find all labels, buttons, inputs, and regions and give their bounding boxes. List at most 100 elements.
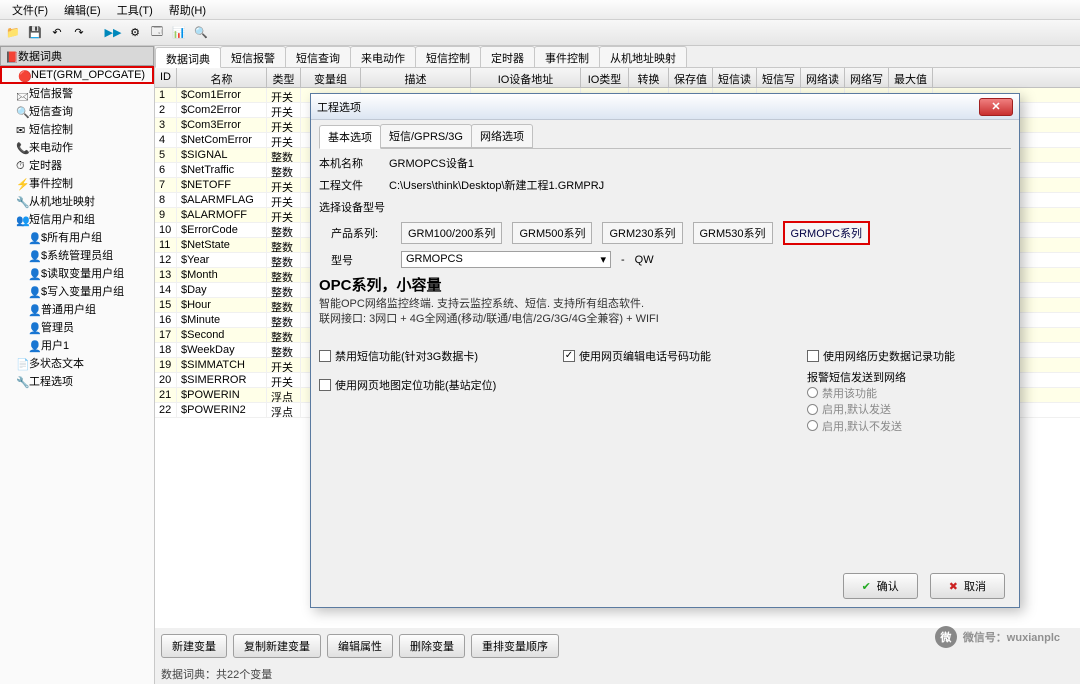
radio-disable[interactable]: 禁用该功能 xyxy=(807,385,877,401)
tree-icon: ⏱ xyxy=(16,160,26,170)
series-grm230[interactable]: GRM230系列 xyxy=(602,222,682,244)
tree-item[interactable]: 👤$所有用户组 xyxy=(0,228,154,246)
tab-sms[interactable]: 短信/GPRS/3G xyxy=(380,124,472,148)
cell: $Com2Error xyxy=(177,103,267,117)
main-tab[interactable]: 事件控制 xyxy=(534,46,600,67)
radio-enable-nosend[interactable]: 启用,默认不发送 xyxy=(807,418,902,434)
series-grmopc[interactable]: GRMOPC系列 xyxy=(783,221,871,245)
cell: 18 xyxy=(155,343,177,357)
tree-icon: ⚡ xyxy=(16,178,26,188)
tree-item[interactable]: 👤$读取变量用户组 xyxy=(0,264,154,282)
series-label: 产品系列: xyxy=(331,225,391,241)
user-icon: 👤 xyxy=(28,340,38,350)
tree-item[interactable]: 🔍短信查询 xyxy=(0,102,154,120)
tree-item[interactable]: 📄多状态文本 xyxy=(0,354,154,372)
model-dash: - xyxy=(621,254,625,266)
cell: 整数 xyxy=(267,313,301,327)
report-icon[interactable]: 📊 xyxy=(170,24,188,42)
cell: 整数 xyxy=(267,283,301,297)
tree-item[interactable]: 🔧工程选项 xyxy=(0,372,154,390)
cancel-button[interactable]: ✖取消 xyxy=(930,573,1005,599)
column-header[interactable]: 类型 xyxy=(267,68,301,87)
tree-item[interactable]: 👤$系统管理员组 xyxy=(0,246,154,264)
column-header[interactable]: 描述 xyxy=(361,68,471,87)
cell: 9 xyxy=(155,208,177,222)
cell: 整数 xyxy=(267,223,301,237)
tree-icon: 🔍 xyxy=(16,106,26,116)
main-tab[interactable]: 短信控制 xyxy=(415,46,481,67)
main-tab[interactable]: 短信查询 xyxy=(285,46,351,67)
main-tab[interactable]: 从机地址映射 xyxy=(599,46,687,67)
redo-icon[interactable]: ↷ xyxy=(70,24,88,42)
gear-icon[interactable]: ⚙ xyxy=(126,24,144,42)
cell: 13 xyxy=(155,268,177,282)
column-header[interactable]: ID xyxy=(155,68,177,87)
cell: 10 xyxy=(155,223,177,237)
cell: 开关 xyxy=(267,178,301,192)
cell: 7 xyxy=(155,178,177,192)
cell: $Year xyxy=(177,253,267,267)
column-header[interactable]: 最大值 xyxy=(889,68,933,87)
column-header[interactable]: IO设备地址 xyxy=(471,68,581,87)
menu-edit[interactable]: 编辑(E) xyxy=(56,0,109,20)
chk-web-phone[interactable]: ✓使用网页编辑电话号码功能 xyxy=(563,348,711,364)
series-grm530[interactable]: GRM530系列 xyxy=(693,222,773,244)
footer-button[interactable]: 重排变量顺序 xyxy=(471,634,559,658)
tree-item[interactable]: ⚡事件控制 xyxy=(0,174,154,192)
window-icon[interactable]: 🗔 xyxy=(148,24,166,42)
radio-enable-send[interactable]: 启用,默认发送 xyxy=(807,401,891,417)
cell: 5 xyxy=(155,148,177,162)
menu-tools[interactable]: 工具(T) xyxy=(109,0,161,20)
tree-item[interactable]: 🔴NET(GRM_OPCGATE) xyxy=(0,66,154,84)
save-icon[interactable]: 💾 xyxy=(26,24,44,42)
main-tab[interactable]: 短信报警 xyxy=(220,46,286,67)
tree-item[interactable]: ⏱定时器 xyxy=(0,156,154,174)
menu-file[interactable]: 文件(F) xyxy=(4,0,56,20)
main-tab[interactable]: 定时器 xyxy=(480,46,535,67)
footer-button[interactable]: 新建变量 xyxy=(161,634,227,658)
open-icon[interactable]: 📁 xyxy=(4,24,22,42)
tab-basic[interactable]: 基本选项 xyxy=(319,125,381,149)
column-header[interactable]: 短信写 xyxy=(757,68,801,87)
column-header[interactable]: IO类型 xyxy=(581,68,629,87)
chk-map-locate[interactable]: 使用网页地图定位功能(基站定位) xyxy=(319,377,496,393)
model-select[interactable]: GRMOPCS▾ xyxy=(401,251,611,268)
column-header[interactable]: 保存值 xyxy=(669,68,713,87)
chk-history[interactable]: 使用网络历史数据记录功能 xyxy=(807,348,955,364)
series-grm100[interactable]: GRM100/200系列 xyxy=(401,222,502,244)
cell: $NetTraffic xyxy=(177,163,267,177)
footer-button[interactable]: 编辑属性 xyxy=(327,634,393,658)
column-header[interactable]: 转换 xyxy=(629,68,669,87)
close-icon[interactable]: ✕ xyxy=(979,98,1013,116)
column-header[interactable]: 短信读 xyxy=(713,68,757,87)
search-icon[interactable]: 🔍 xyxy=(192,24,210,42)
tree-item[interactable]: 📞来电动作 xyxy=(0,138,154,156)
model-label: 型号 xyxy=(331,252,391,268)
play-icon[interactable]: ▶▶ xyxy=(104,24,122,42)
column-header[interactable]: 网络写 xyxy=(845,68,889,87)
footer-button[interactable]: 删除变量 xyxy=(399,634,465,658)
chk-disable-sms[interactable]: 禁用短信功能(针对3G数据卡) xyxy=(319,348,478,364)
menu-help[interactable]: 帮助(H) xyxy=(161,0,214,20)
tab-network[interactable]: 网络选项 xyxy=(471,124,533,148)
tree-item[interactable]: 👥短信用户和组 xyxy=(0,210,154,228)
undo-icon[interactable]: ↶ xyxy=(48,24,66,42)
column-header[interactable]: 名称 xyxy=(177,68,267,87)
tree-item[interactable]: 🖂短信报警 xyxy=(0,84,154,102)
tree-item[interactable]: 👤$写入变量用户组 xyxy=(0,282,154,300)
tree-item[interactable]: 🔧从机地址映射 xyxy=(0,192,154,210)
tree-item[interactable]: ✉短信控制 xyxy=(0,120,154,138)
main-tab[interactable]: 数据词典 xyxy=(155,47,221,68)
main-tab[interactable]: 来电动作 xyxy=(350,46,416,67)
footer-button[interactable]: 复制新建变量 xyxy=(233,634,321,658)
tree-item[interactable]: 👤管理员 xyxy=(0,318,154,336)
series-grm500[interactable]: GRM500系列 xyxy=(512,222,592,244)
ok-button[interactable]: ✔确认 xyxy=(843,573,918,599)
column-header[interactable]: 网络读 xyxy=(801,68,845,87)
tree-item[interactable]: 👤普通用户组 xyxy=(0,300,154,318)
cell: $ALARMOFF xyxy=(177,208,267,222)
column-header[interactable]: 变量组 xyxy=(301,68,361,87)
tree-header: 📕数据词典 xyxy=(0,46,154,66)
tree-item[interactable]: 👤用户1 xyxy=(0,336,154,354)
cell: 开关 xyxy=(267,358,301,372)
